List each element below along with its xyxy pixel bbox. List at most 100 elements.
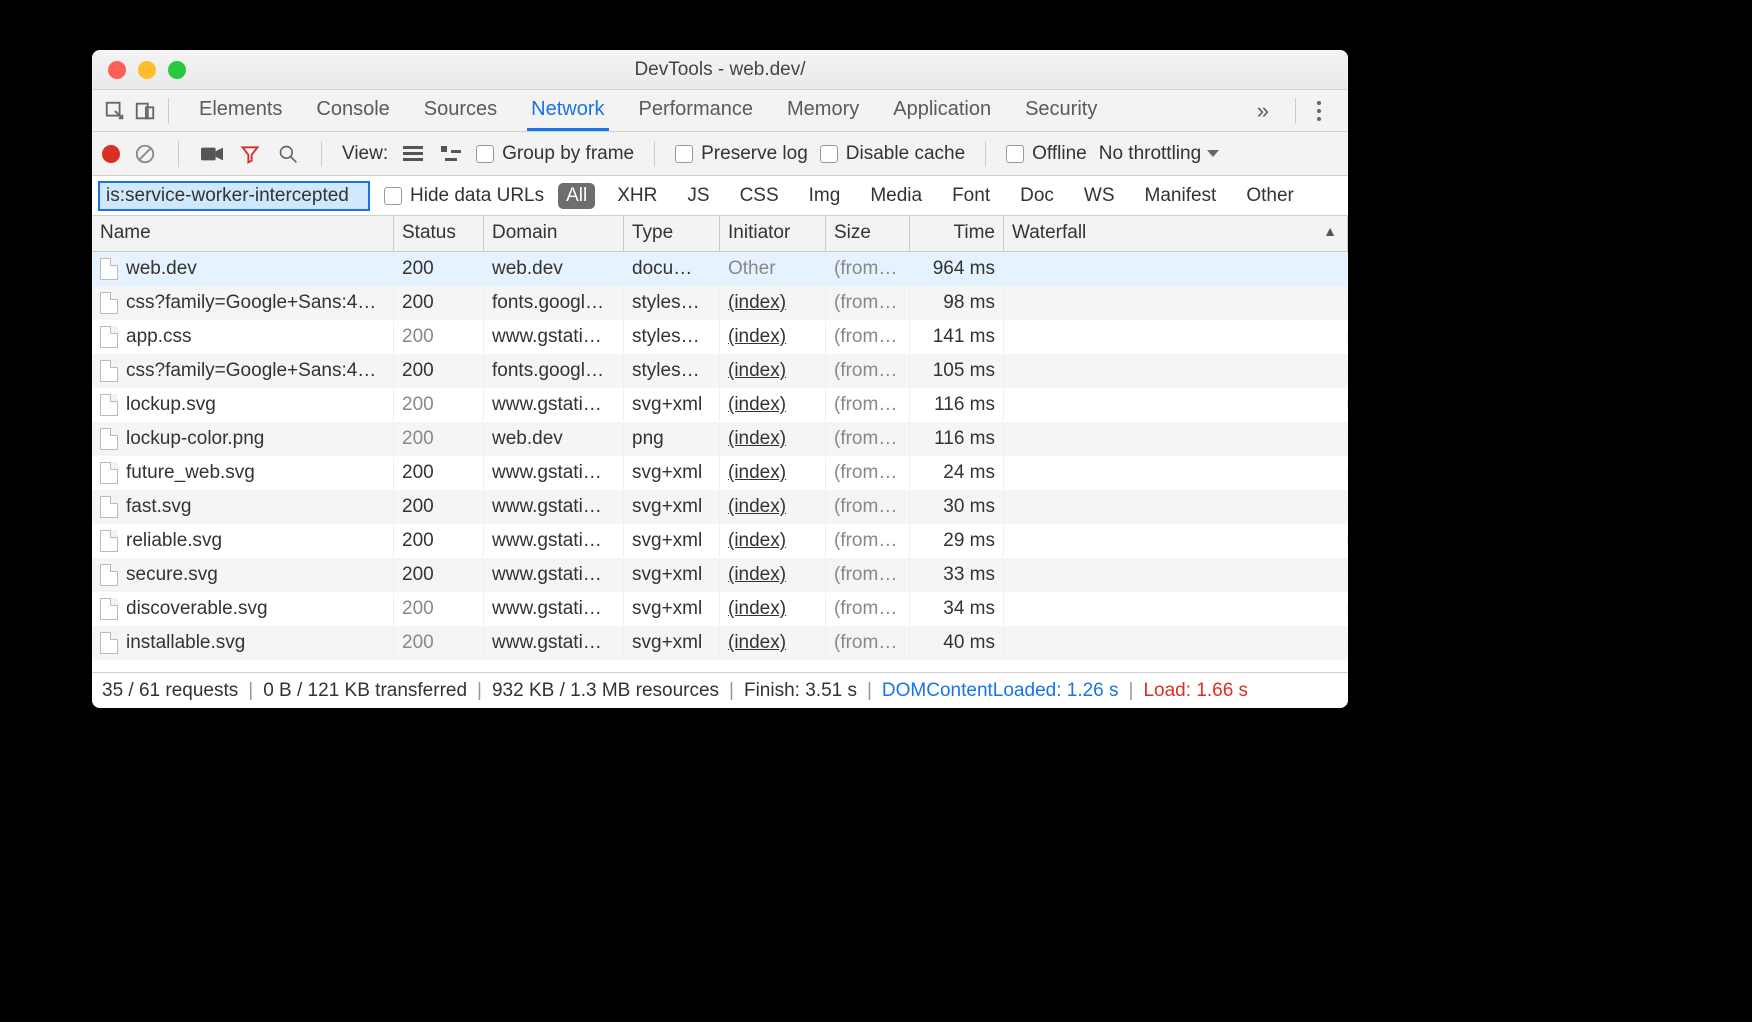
kebab-menu-icon[interactable] — [1304, 101, 1334, 121]
record-icon[interactable] — [102, 145, 120, 163]
request-row[interactable]: reliable.svg200www.gstati…svg+xml(index)… — [92, 524, 1348, 558]
request-row[interactable]: secure.svg200www.gstati…svg+xml(index)(f… — [92, 558, 1348, 592]
cell-initiator[interactable]: (index) — [720, 389, 826, 421]
request-row[interactable]: lockup.svg200www.gstati…svg+xml(index)(f… — [92, 388, 1348, 422]
cell-waterfall — [1004, 468, 1348, 478]
disable-cache-checkbox[interactable]: Disable cache — [820, 143, 965, 165]
tab-elements[interactable]: Elements — [195, 90, 286, 131]
clear-icon[interactable] — [132, 141, 158, 167]
tab-sources[interactable]: Sources — [420, 90, 501, 131]
cell-domain: www.gstati… — [484, 321, 624, 353]
file-icon — [100, 496, 118, 518]
cell-type: styles… — [624, 355, 720, 387]
cell-initiator[interactable]: (index) — [720, 355, 826, 387]
cell-domain: www.gstati… — [484, 593, 624, 625]
inspect-icon[interactable] — [100, 96, 130, 126]
col-header-type[interactable]: Type — [624, 216, 720, 251]
filter-type-doc[interactable]: Doc — [1012, 183, 1062, 209]
cell-initiator[interactable]: (index) — [720, 491, 826, 523]
filter-type-all[interactable]: All — [558, 183, 595, 209]
cell-type: svg+xml — [624, 525, 720, 557]
hide-data-urls-checkbox[interactable]: Hide data URLs — [384, 185, 544, 207]
cell-initiator[interactable]: (index) — [720, 593, 826, 625]
request-row[interactable]: lockup-color.png200web.devpng(index)(fro… — [92, 422, 1348, 456]
cell-time: 141 ms — [910, 321, 1004, 353]
cell-initiator[interactable]: (index) — [720, 321, 826, 353]
separator — [168, 98, 169, 124]
filter-type-media[interactable]: Media — [862, 183, 930, 209]
search-icon[interactable] — [275, 141, 301, 167]
cell-time: 30 ms — [910, 491, 1004, 523]
cell-initiator[interactable]: (index) — [720, 525, 826, 557]
cell-type: svg+xml — [624, 559, 720, 591]
col-header-time[interactable]: Time — [910, 216, 1004, 251]
col-header-initiator[interactable]: Initiator — [720, 216, 826, 251]
tab-network[interactable]: Network — [527, 90, 608, 131]
col-header-status[interactable]: Status — [394, 216, 484, 251]
status-load: Load: 1.66 s — [1143, 680, 1248, 702]
camera-icon[interactable] — [199, 141, 225, 167]
request-row[interactable]: app.css200www.gstati…styles…(index)(from… — [92, 320, 1348, 354]
cell-type: svg+xml — [624, 491, 720, 523]
col-header-size[interactable]: Size — [826, 216, 910, 251]
filter-type-font[interactable]: Font — [944, 183, 998, 209]
throttling-select[interactable]: No throttling — [1099, 143, 1219, 165]
col-header-name[interactable]: Name — [92, 216, 394, 251]
status-resources: 932 KB / 1.3 MB resources — [492, 680, 719, 702]
cell-size: (from … — [826, 355, 910, 387]
cell-initiator[interactable]: (index) — [720, 457, 826, 489]
cell-waterfall — [1004, 570, 1348, 580]
cell-time: 34 ms — [910, 593, 1004, 625]
cell-domain: www.gstati… — [484, 491, 624, 523]
cell-size: (from … — [826, 525, 910, 557]
cell-status: 200 — [394, 321, 484, 353]
request-row[interactable]: fast.svg200www.gstati…svg+xml(index)(fro… — [92, 490, 1348, 524]
cell-size: (from … — [826, 389, 910, 421]
filter-type-manifest[interactable]: Manifest — [1137, 183, 1225, 209]
filter-icon[interactable] — [237, 141, 263, 167]
request-row[interactable]: installable.svg200www.gstati…svg+xml(ind… — [92, 626, 1348, 660]
group-by-frame-checkbox[interactable]: Group by frame — [476, 143, 634, 165]
separator — [654, 141, 655, 167]
col-header-domain[interactable]: Domain — [484, 216, 624, 251]
cell-initiator: Other — [720, 253, 826, 285]
request-row[interactable]: css?family=Google+Sans:4…200fonts.googl…… — [92, 354, 1348, 388]
more-tabs-button[interactable]: » — [1239, 98, 1287, 124]
filter-type-img[interactable]: Img — [801, 183, 849, 209]
device-toggle-icon[interactable] — [130, 96, 160, 126]
cell-type: svg+xml — [624, 389, 720, 421]
cell-size: (from … — [826, 491, 910, 523]
titlebar: DevTools - web.dev/ — [92, 50, 1348, 90]
tab-application[interactable]: Application — [889, 90, 995, 131]
filter-type-xhr[interactable]: XHR — [609, 183, 665, 209]
cell-waterfall — [1004, 264, 1348, 274]
tab-performance[interactable]: Performance — [635, 90, 758, 131]
file-icon — [100, 428, 118, 450]
offline-checkbox[interactable]: Offline — [1006, 143, 1087, 165]
overview-icon[interactable] — [438, 141, 464, 167]
large-rows-icon[interactable] — [400, 141, 426, 167]
cell-initiator[interactable]: (index) — [720, 559, 826, 591]
filter-type-js[interactable]: JS — [679, 183, 717, 209]
filter-type-other[interactable]: Other — [1238, 183, 1302, 209]
cell-initiator[interactable]: (index) — [720, 627, 826, 659]
request-row[interactable]: css?family=Google+Sans:4…200fonts.googl…… — [92, 286, 1348, 320]
preserve-log-checkbox[interactable]: Preserve log — [675, 143, 808, 165]
cell-initiator[interactable]: (index) — [720, 287, 826, 319]
request-name: future_web.svg — [126, 462, 255, 484]
filter-type-ws[interactable]: WS — [1076, 183, 1123, 209]
cell-type: svg+xml — [624, 627, 720, 659]
cell-initiator[interactable]: (index) — [720, 423, 826, 455]
request-row[interactable]: future_web.svg200www.gstati…svg+xml(inde… — [92, 456, 1348, 490]
request-row[interactable]: web.dev200web.devdocu…Other(from …964 ms — [92, 252, 1348, 286]
tab-security[interactable]: Security — [1021, 90, 1101, 131]
tab-memory[interactable]: Memory — [783, 90, 863, 131]
cell-time: 105 ms — [910, 355, 1004, 387]
col-header-waterfall[interactable]: Waterfall — [1004, 216, 1348, 251]
file-icon — [100, 632, 118, 654]
request-row[interactable]: discoverable.svg200www.gstati…svg+xml(in… — [92, 592, 1348, 626]
cell-waterfall — [1004, 434, 1348, 444]
filter-type-css[interactable]: CSS — [732, 183, 787, 209]
tab-console[interactable]: Console — [312, 90, 393, 131]
filter-input[interactable] — [98, 181, 370, 211]
